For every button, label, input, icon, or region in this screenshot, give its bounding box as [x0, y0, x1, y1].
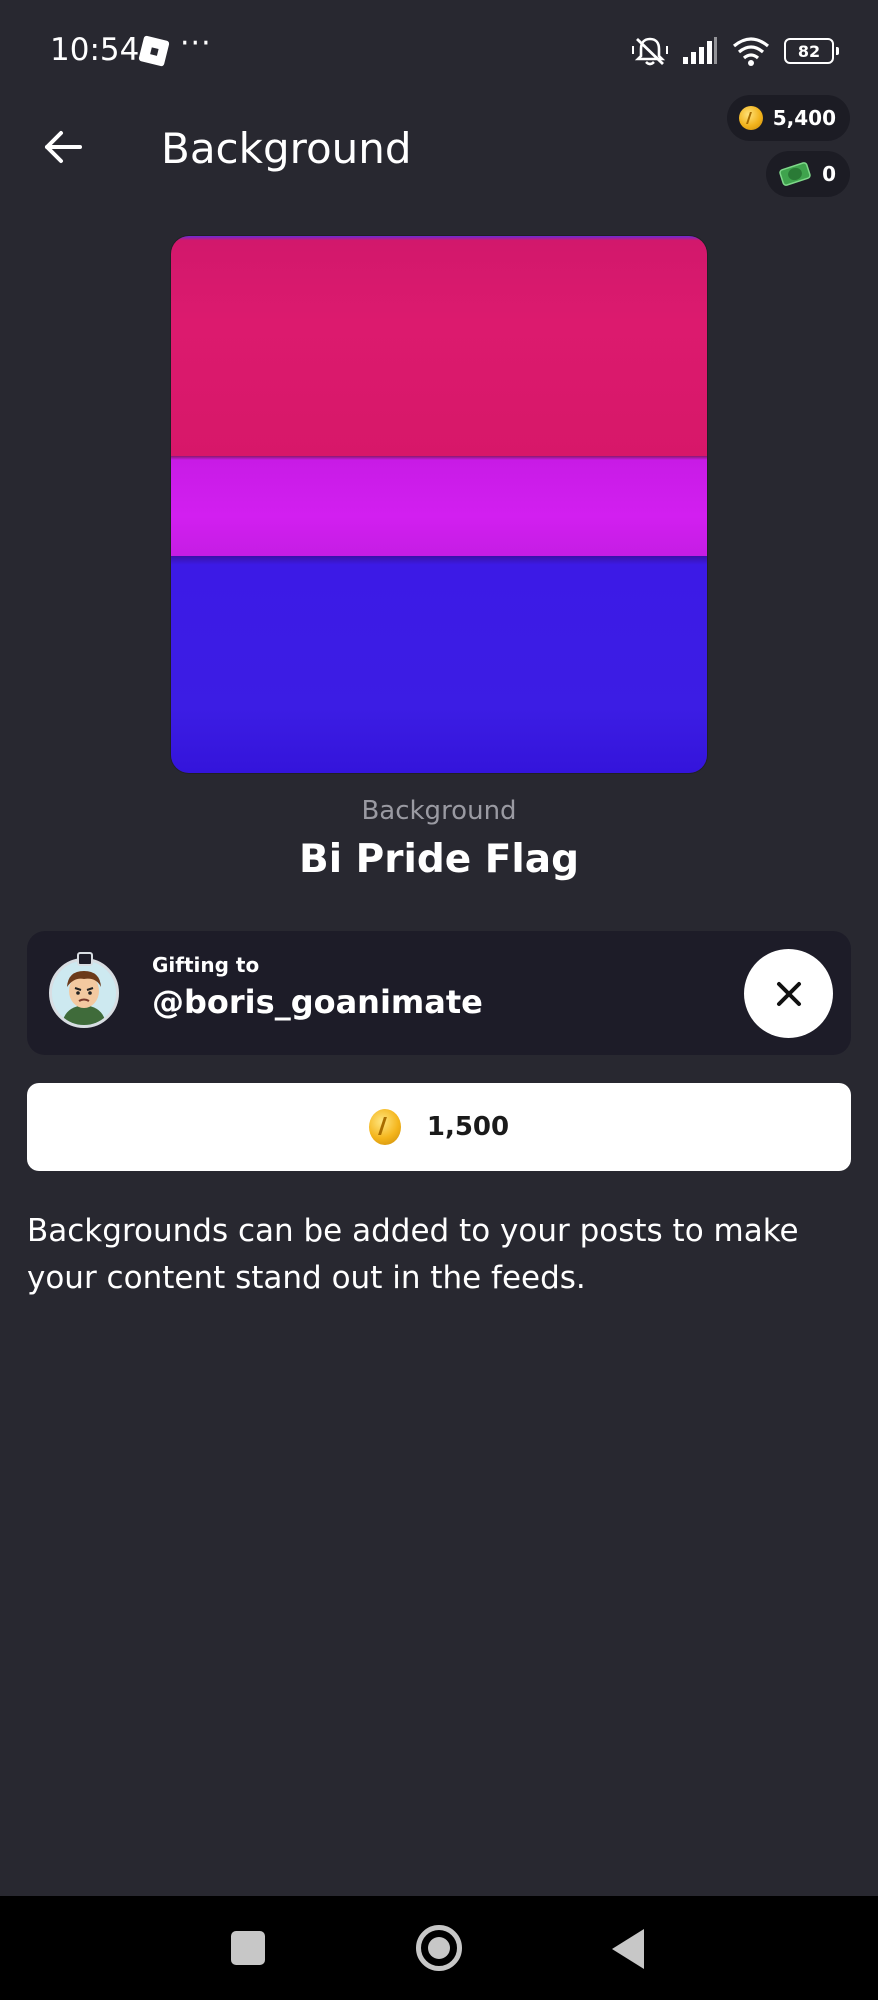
signal-icon [683, 37, 717, 64]
status-time: 10:54 [50, 32, 140, 68]
status-icons: 82 [632, 34, 839, 68]
lock-icon [77, 952, 93, 966]
background-preview [171, 236, 707, 773]
mute-icon [632, 37, 668, 66]
back-icon[interactable] [612, 1929, 644, 1969]
recents-icon[interactable] [231, 1931, 265, 1965]
item-type: Background [361, 796, 517, 826]
battery-icon: 82 [784, 38, 839, 64]
avatar-image [52, 961, 116, 1025]
cash-icon [779, 162, 811, 186]
coin-icon [368, 1109, 401, 1145]
coin-icon [738, 106, 763, 130]
battery-level: 82 [797, 41, 821, 61]
cash-balance-value: 0 [822, 162, 836, 186]
price-value: 1,500 [426, 1112, 510, 1142]
item-name: Bi Pride Flag [298, 837, 580, 882]
roblox-icon [138, 35, 170, 67]
wifi-icon [732, 37, 770, 66]
flag-stripe-purple [171, 456, 707, 556]
item-description: Backgrounds can be added to your posts t… [27, 1213, 799, 1296]
page-title: Background [161, 124, 412, 173]
gifting-label: Gifting to [152, 953, 260, 977]
close-icon [776, 981, 801, 1006]
flag-stripe-blue [171, 556, 707, 773]
gift-recipient-username[interactable]: @boris_goanimate [152, 983, 483, 1021]
buy-button[interactable]: 1,500 [27, 1083, 851, 1171]
avatar [49, 958, 119, 1028]
home-icon[interactable] [416, 1925, 462, 1971]
coin-balance-value: 5,400 [772, 106, 836, 130]
remove-recipient-button[interactable] [744, 949, 833, 1038]
flag-stripe-pink [171, 236, 707, 456]
back-button[interactable] [36, 120, 90, 174]
cash-balance[interactable]: 0 [766, 151, 850, 197]
arrow-left-icon [45, 131, 82, 163]
coin-balance[interactable]: 5,400 [726, 95, 850, 141]
more-notifications-icon: ··· [180, 26, 212, 61]
